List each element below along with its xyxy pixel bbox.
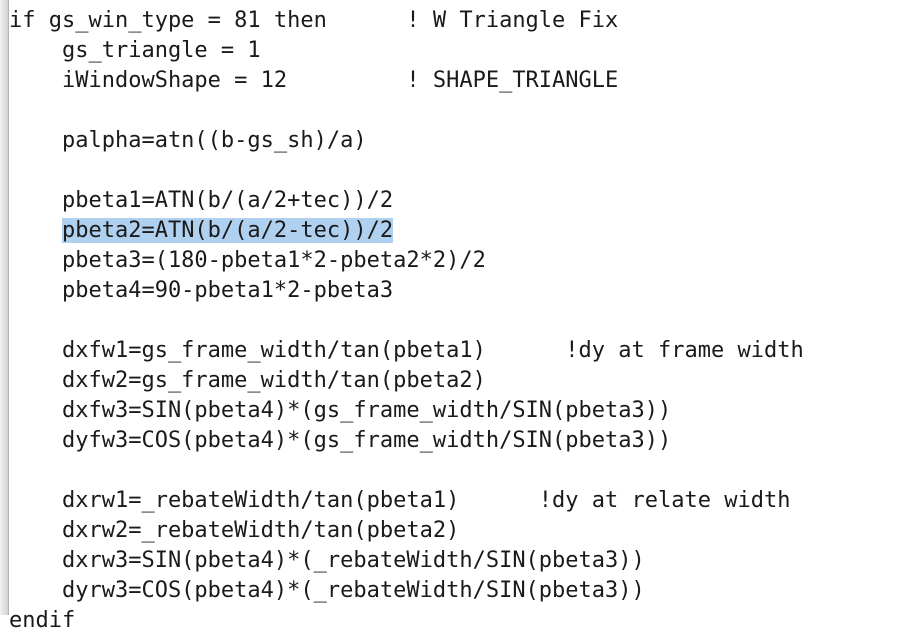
code-line[interactable]: dxfw2=gs_frame_width/tan(pbeta2) (9, 366, 922, 396)
code-text: pbeta3=(180-pbeta1*2-pbeta2*2)/2 (9, 248, 486, 273)
code-line[interactable]: pbeta3=(180-pbeta1*2-pbeta2*2)/2 (9, 246, 922, 276)
code-line[interactable]: pbeta1=ATN(b/(a/2+tec))/2 (9, 186, 922, 216)
code-line[interactable]: dxfw3=SIN(pbeta4)*(gs_frame_width/SIN(pb… (9, 396, 922, 426)
code-line[interactable]: gs_triangle = 1 (9, 36, 922, 66)
code-line[interactable]: dyfw3=COS(pbeta4)*(gs_frame_width/SIN(pb… (9, 426, 922, 456)
code-line[interactable]: dyrw3=COS(pbeta4)*(_rebateWidth/SIN(pbet… (9, 576, 922, 606)
selected-code-text[interactable]: pbeta2=ATN(b/(a/2-tec))/2 (61, 218, 394, 243)
code-line[interactable]: iWindowShape = 12 ! SHAPE_TRIANGLE (9, 66, 922, 96)
code-line[interactable]: pbeta2=ATN(b/(a/2-tec))/2 (9, 216, 922, 246)
code-line-blank[interactable] (9, 156, 922, 186)
code-line-blank[interactable] (9, 456, 922, 486)
code-text: gs_triangle = 1 (9, 38, 261, 63)
code-text: dxrw3=SIN(pbeta4)*(_rebateWidth/SIN(pbet… (9, 548, 645, 573)
code-text: dxrw1=_rebateWidth/tan(pbeta1) !dy at re… (9, 488, 791, 513)
code-text: endif (9, 608, 76, 633)
code-text: dxfw2=gs_frame_width/tan(pbeta2) (9, 368, 486, 393)
code-text: pbeta4=90-pbeta1*2-pbeta3 (9, 278, 394, 303)
code-text: dxfw3=SIN(pbeta4)*(gs_frame_width/SIN(pb… (9, 398, 672, 423)
code-line[interactable]: dxfw1=gs_frame_width/tan(pbeta1) !dy at … (9, 336, 922, 366)
code-line[interactable]: dxrw1=_rebateWidth/tan(pbeta1) !dy at re… (9, 486, 922, 516)
code-text: dyrw3=COS(pbeta4)*(_rebateWidth/SIN(pbet… (9, 578, 645, 603)
code-text: iWindowShape = 12 ! SHAPE_TRIANGLE (9, 68, 619, 93)
code-line-blank[interactable] (9, 306, 922, 336)
code-line[interactable]: dxrw3=SIN(pbeta4)*(_rebateWidth/SIN(pbet… (9, 546, 922, 576)
code-line[interactable]: pbeta4=90-pbeta1*2-pbeta3 (9, 276, 922, 306)
code-line[interactable]: endif (9, 606, 922, 636)
code-line[interactable]: if gs_win_type = 81 then ! W Triangle Fi… (9, 6, 922, 36)
code-line-blank[interactable] (9, 96, 922, 126)
code-text: if gs_win_type = 81 then ! W Triangle Fi… (9, 8, 619, 33)
code-text: dyfw3=COS(pbeta4)*(gs_frame_width/SIN(pb… (9, 428, 672, 453)
code-text-area[interactable]: if gs_win_type = 81 then ! W Triangle Fi… (9, 6, 922, 633)
code-text: dxfw1=gs_frame_width/tan(pbeta1) !dy at … (9, 338, 804, 363)
code-editor-window: if gs_win_type = 81 then ! W Triangle Fi… (0, 0, 922, 633)
code-line[interactable]: dxrw2=_rebateWidth/tan(pbeta2) (9, 516, 922, 546)
code-text: palpha=atn((b-gs_sh)/a) (9, 128, 367, 153)
editor-gutter-strip[interactable] (0, 0, 8, 615)
code-line[interactable]: palpha=atn((b-gs_sh)/a) (9, 126, 922, 156)
code-text: dxrw2=_rebateWidth/tan(pbeta2) (9, 518, 460, 543)
code-text: pbeta1=ATN(b/(a/2+tec))/2 (9, 188, 394, 213)
